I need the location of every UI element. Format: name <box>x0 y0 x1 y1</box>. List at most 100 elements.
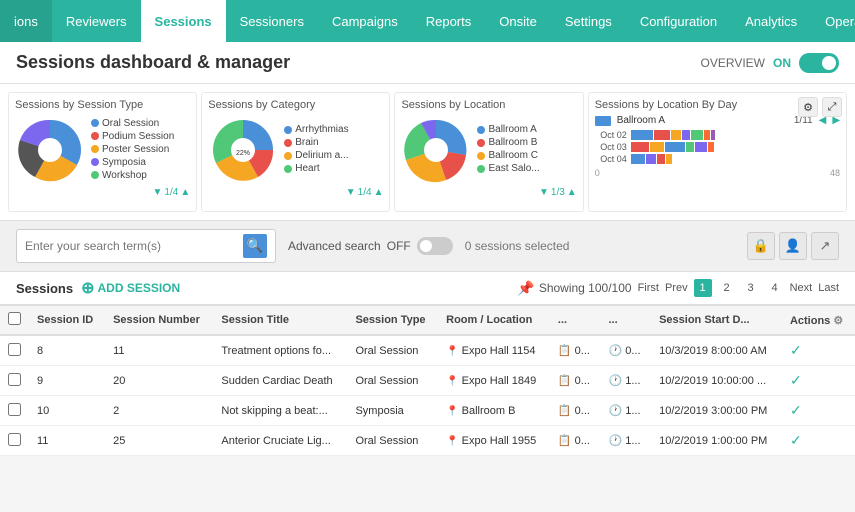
page-3[interactable]: 3 <box>742 279 760 297</box>
chart-expand-btn[interactable]: ⤢ <box>822 97 842 117</box>
overview-toggle-area: OVERVIEW ON <box>701 53 839 73</box>
actions-gear-icon[interactable]: ⚙ <box>833 315 843 327</box>
add-icon: ⊕ <box>81 278 94 298</box>
action-check-10[interactable]: ✓ <box>790 402 802 418</box>
legend-item: Oral Session <box>91 118 174 129</box>
chart-category-nav: ▼ 1/4 ▲ <box>208 187 383 198</box>
row-col7-10: 🕐 1... <box>601 396 652 426</box>
action-check-11[interactable]: ✓ <box>790 432 802 448</box>
x-axis: 0 48 <box>595 168 840 178</box>
chart-session-type-nav: ▼ 1/4 ▲ <box>15 187 190 198</box>
action-check-9[interactable]: ✓ <box>790 372 802 388</box>
page-header: Sessions dashboard & manager OVERVIEW ON <box>0 42 855 84</box>
row-actions-8: ✓ <box>782 335 855 366</box>
next-page-link[interactable]: Next <box>790 282 813 294</box>
row-number-9: 20 <box>105 366 213 396</box>
page-2[interactable]: 2 <box>718 279 736 297</box>
overview-toggle-switch[interactable] <box>799 53 839 73</box>
legend-item: Podium Session <box>91 131 174 142</box>
location-icon-8: 📍 <box>446 346 458 357</box>
nav-item-analytics[interactable]: Analytics <box>731 0 811 42</box>
nav-item-operation[interactable]: Operation <box>811 0 855 42</box>
search-input[interactable] <box>25 239 243 253</box>
bookmark-button[interactable]: 🔒 <box>747 232 775 260</box>
row-type-10: Symposia <box>347 396 438 426</box>
row-col7-8: 🕐 0... <box>601 335 652 366</box>
col-header-col6: ... <box>550 306 601 336</box>
nav-item-sessioners[interactable]: Sessioners <box>226 0 318 42</box>
page-4[interactable]: 4 <box>766 279 784 297</box>
search-box[interactable]: 🔍 <box>16 229 276 263</box>
chart-actions: ⚙ ⤢ <box>798 97 842 117</box>
legend-item: Poster Session <box>91 144 174 155</box>
nav-item-settings[interactable]: Settings <box>551 0 626 42</box>
nav-item-campaigns[interactable]: Campaigns <box>318 0 412 42</box>
person-button[interactable]: 👤 <box>779 232 807 260</box>
first-page-link[interactable]: First <box>638 282 659 294</box>
advanced-search-toggle[interactable] <box>417 237 453 255</box>
last-page-link[interactable]: Last <box>818 282 839 294</box>
chart-session-type-title: Sessions by Session Type <box>15 99 190 111</box>
row-type-11: Oral Session <box>347 426 438 456</box>
add-session-button[interactable]: ⊕ ADD SESSION <box>81 278 180 298</box>
prev-page-link[interactable]: Prev <box>665 282 688 294</box>
row-check-10 <box>0 396 29 426</box>
x-max: 48 <box>830 168 840 178</box>
chart-session-type-nav-next[interactable]: ▲ <box>180 187 190 198</box>
chart-category-title: Sessions by Category <box>208 99 383 111</box>
table-row: 9 20 Sudden Cardiac Death Oral Session 📍… <box>0 366 855 396</box>
row-col7-9: 🕐 1... <box>601 366 652 396</box>
nav-item-reports[interactable]: Reports <box>412 0 486 42</box>
legend-item: Symposia <box>91 157 174 168</box>
pie-location <box>401 115 471 185</box>
chart-gear-btn[interactable]: ⚙ <box>798 97 818 117</box>
chart-location-nav-label: 1/3 <box>551 187 565 198</box>
row-checkbox-10[interactable] <box>8 403 21 416</box>
chart-location-nav-prev[interactable]: ▼ <box>539 187 549 198</box>
chart-legend-label: Ballroom A <box>617 115 665 126</box>
sessions-label: Sessions <box>16 281 73 296</box>
select-all-checkbox[interactable] <box>8 312 21 325</box>
page-1[interactable]: 1 <box>694 279 712 297</box>
table-body: 8 11 Treatment options fo... Oral Sessio… <box>0 335 855 456</box>
row-title-9: Sudden Cardiac Death <box>213 366 347 396</box>
chart-session-type-nav-label: 1/4 <box>164 187 178 198</box>
row-checkbox-9[interactable] <box>8 373 21 386</box>
search-submit-button[interactable]: 🔍 <box>243 234 267 258</box>
chart-category-nav-next[interactable]: ▲ <box>374 187 384 198</box>
row-id-9: 9 <box>29 366 105 396</box>
chart-session-type-legend: Oral Session Podium Session Poster Session… <box>91 118 174 183</box>
row-actions-11: ✓ <box>782 426 855 456</box>
row-location-8: 📍 Expo Hall 1154 <box>438 335 550 366</box>
col-header-type: Session Type <box>347 306 438 336</box>
nav-item-reviewers[interactable]: Reviewers <box>52 0 141 42</box>
nav-item-configuration[interactable]: Configuration <box>626 0 731 42</box>
row-number-8: 11 <box>105 335 213 366</box>
row-location-9: 📍 Expo Hall 1849 <box>438 366 550 396</box>
row-date-11: 10/2/2019 1:00:00 PM <box>651 426 782 456</box>
nav-item-onsite[interactable]: Onsite <box>485 0 551 42</box>
table-header-row: Session ID Session Number Session Title … <box>0 306 855 336</box>
row-title-11: Anterior Cruciate Lig... <box>213 426 347 456</box>
row-title-8: Treatment options fo... <box>213 335 347 366</box>
row-checkbox-11[interactable] <box>8 433 21 446</box>
action-check-8[interactable]: ✓ <box>790 342 802 358</box>
bar-chart-rows: Oct 02 Oct 03 <box>595 130 840 164</box>
chart-category-nav-prev[interactable]: ▼ <box>346 187 356 198</box>
add-session-label: ADD SESSION <box>98 281 181 295</box>
nav-item-sessions[interactable]: Sessions <box>141 0 226 42</box>
row-checkbox-8[interactable] <box>8 343 21 356</box>
nav-item-ions[interactable]: ions <box>0 0 52 42</box>
chart-session-type-nav-prev[interactable]: ▼ <box>153 187 163 198</box>
row-title-10: Not skipping a beat:... <box>213 396 347 426</box>
col-header-title: Session Title <box>213 306 347 336</box>
row-type-8: Oral Session <box>347 335 438 366</box>
export-button[interactable]: ↗ <box>811 232 839 260</box>
table-row: 11 25 Anterior Cruciate Lig... Oral Sess… <box>0 426 855 456</box>
chart-location-nav-next[interactable]: ▲ <box>567 187 577 198</box>
pie-session-type <box>15 115 85 185</box>
pin-icon: 📌 <box>517 280 534 297</box>
chart-category-inner: 22% Arrhythmias Brain Delirium a... Hear… <box>208 115 383 185</box>
col-header-col7: ... <box>601 306 652 336</box>
row-id-11: 11 <box>29 426 105 456</box>
